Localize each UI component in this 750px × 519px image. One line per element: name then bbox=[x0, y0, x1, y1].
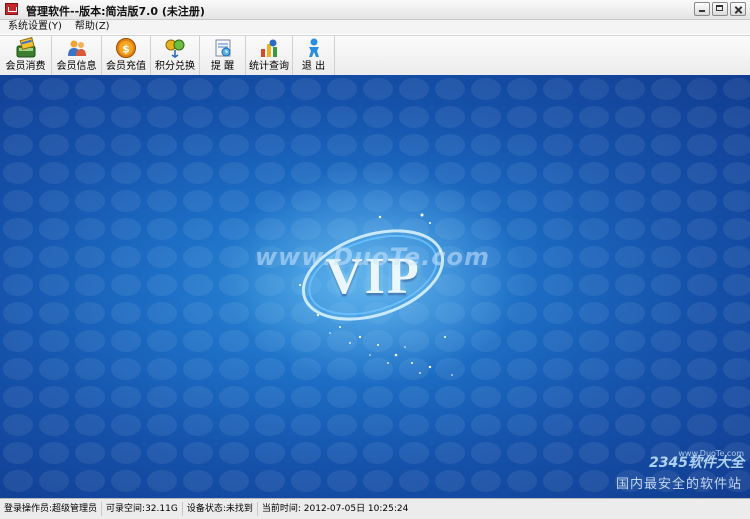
watermark-slogan: 国内最安全的软件站 bbox=[615, 477, 742, 492]
exchange-icon bbox=[165, 39, 185, 58]
exit-icon bbox=[308, 38, 319, 57]
member-info-button[interactable]: 会员信息 bbox=[52, 36, 102, 75]
status-space: 可录空间:32.11G bbox=[102, 502, 183, 516]
points-exchange-button[interactable]: 积分兑换 bbox=[151, 36, 200, 75]
watermark-center: www.DuoTe.com bbox=[255, 243, 490, 271]
status-operator: 登录操作员:超级管理员 bbox=[0, 502, 103, 516]
window-controls bbox=[694, 2, 746, 16]
menu-bar: 系统设置(Y) 帮助(Z) bbox=[0, 20, 750, 34]
title-bar[interactable]: 管理软件--版本:简洁版7.0 (未注册) bbox=[0, 0, 750, 20]
toolbar: 会员消费 会员信息 $ 会员充值 积分兑换 提 醒 统计查询 退 出 bbox=[0, 35, 750, 76]
app-icon bbox=[5, 3, 18, 15]
status-device: 设备状态:未找到 bbox=[183, 502, 258, 516]
tool-label: 积分兑换 bbox=[155, 61, 195, 72]
status-time: 当前时间: 2012-07-05日 10:25:24 bbox=[261, 504, 409, 514]
tool-label: 退 出 bbox=[301, 61, 326, 72]
coin-icon: $ bbox=[116, 38, 136, 58]
reminder-button[interactable]: 提 醒 bbox=[200, 36, 246, 75]
svg-text:$: $ bbox=[122, 43, 130, 56]
card-terminal-icon bbox=[16, 37, 35, 58]
tool-label: 提 醒 bbox=[210, 61, 235, 72]
window-title: 管理软件--版本:简洁版7.0 (未注册) bbox=[26, 5, 205, 18]
reminder-icon bbox=[215, 39, 230, 57]
menu-help[interactable]: 帮助(Z) bbox=[67, 20, 115, 34]
main-canvas: VIP www.DuoTe.com www.DuoTe.com 2345软件大全… bbox=[0, 75, 750, 498]
menu-system-settings[interactable]: 系统设置(Y) bbox=[0, 20, 67, 34]
statistics-icon bbox=[261, 39, 277, 57]
exit-button[interactable]: 退 出 bbox=[293, 36, 335, 75]
close-button[interactable] bbox=[730, 2, 746, 16]
member-recharge-button[interactable]: $ 会员充值 bbox=[102, 36, 151, 75]
tool-label: 会员信息 bbox=[56, 61, 97, 72]
member-consume-button[interactable]: 会员消费 bbox=[0, 36, 52, 75]
tool-label: 会员消费 bbox=[5, 61, 46, 72]
tool-label: 统计查询 bbox=[249, 61, 289, 72]
statistics-query-button[interactable]: 统计查询 bbox=[246, 36, 293, 75]
tool-label: 会员充值 bbox=[106, 61, 146, 72]
users-icon bbox=[67, 40, 86, 56]
status-bar: 登录操作员:超级管理员 可录空间:32.11G 设备状态:未找到 当前时间: 2… bbox=[0, 498, 750, 519]
maximize-button[interactable] bbox=[712, 2, 728, 16]
watermark-brand: 2345软件大全 bbox=[649, 455, 744, 471]
minimize-button[interactable] bbox=[694, 2, 710, 16]
